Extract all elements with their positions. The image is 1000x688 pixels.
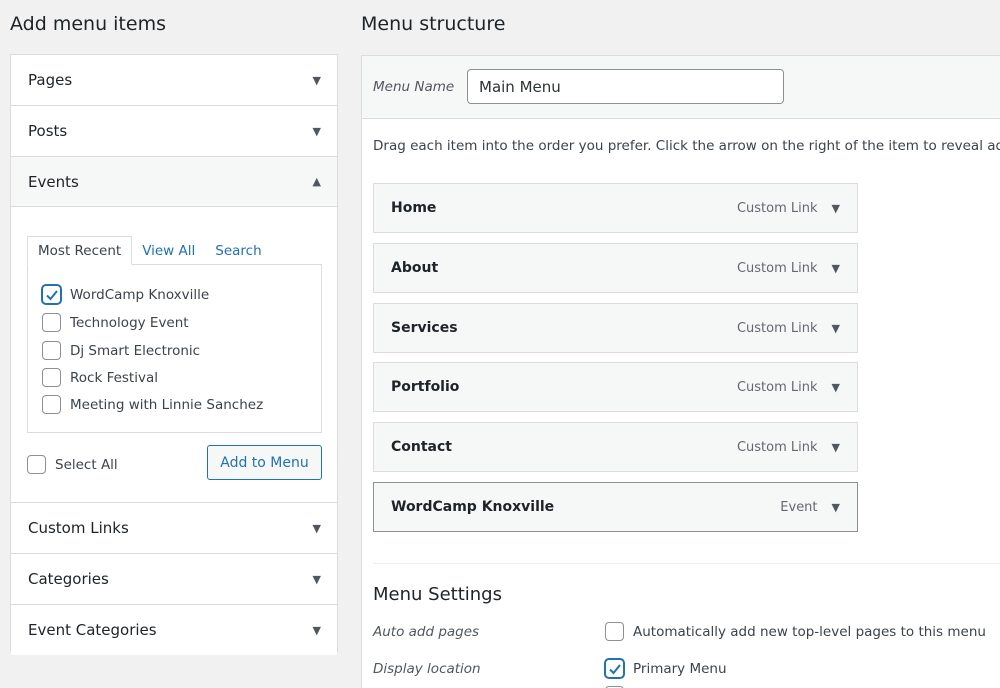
menu-item-title: About	[391, 260, 439, 276]
menu-item-type: Custom Link	[736, 439, 818, 455]
events-tabs: Most Recent View All Search	[27, 236, 322, 265]
menu-item-portfolio[interactable]: Portfolio Custom Link ▼	[373, 362, 858, 412]
events-panel: Most Recent View All Search WordCamp Kno…	[11, 207, 337, 502]
add-menu-items-accordion: Pages ▼ Posts ▼ Events ▲ Most Recent Vie…	[10, 54, 338, 655]
auto-add-pages-label: Auto add pages	[373, 624, 480, 640]
menu-header: Menu Name	[362, 56, 1000, 119]
chevron-down-icon: ▼	[312, 623, 321, 637]
select-all[interactable]: Select All	[27, 455, 118, 474]
checkmark-icon	[45, 289, 58, 300]
add-menu-items-heading: Add menu items	[10, 13, 166, 35]
list-item[interactable]: Dj Smart Electronic	[42, 341, 200, 360]
section-custom-links-toggle[interactable]: Custom Links ▼	[11, 503, 337, 553]
section-pages-label: Pages	[28, 71, 73, 89]
section-event-categories: Event Categories ▼	[11, 605, 337, 655]
event-label: Dj Smart Electronic	[70, 342, 201, 359]
menu-item-home[interactable]: Home Custom Link ▼	[373, 183, 858, 233]
section-event-categories-label: Event Categories	[28, 621, 157, 639]
chevron-down-icon[interactable]: ▼	[832, 262, 840, 275]
chevron-down-icon: ▼	[312, 572, 321, 586]
menu-item-wordcamp-knoxville[interactable]: WordCamp Knoxville Event ▼	[373, 482, 858, 532]
section-posts-toggle[interactable]: Posts ▼	[11, 106, 337, 156]
select-all-label: Select All	[55, 456, 118, 473]
menu-item-title: Portfolio	[391, 379, 460, 395]
chevron-down-icon: ▼	[312, 124, 321, 138]
section-custom-links: Custom Links ▼	[11, 503, 337, 554]
chevron-up-icon: ▲	[312, 175, 321, 188]
event-checkbox[interactable]	[42, 341, 61, 360]
event-checkbox[interactable]	[42, 395, 61, 414]
menu-item-type: Event	[780, 499, 818, 515]
section-categories-label: Categories	[28, 570, 109, 588]
menu-item-title: WordCamp Knoxville	[391, 499, 555, 515]
primary-menu-checkbox[interactable]	[605, 659, 624, 678]
divider	[373, 563, 1000, 564]
auto-add-pages-option[interactable]: Automatically add new top-level pages to…	[605, 622, 986, 641]
auto-add-text: Automatically add new top-level pages to…	[633, 623, 986, 640]
section-events-toggle[interactable]: Events ▲	[11, 157, 337, 207]
section-events: Events ▲ Most Recent View All Search Wor…	[11, 157, 337, 503]
menu-settings-title: Menu Settings	[373, 584, 502, 605]
menu-item-services[interactable]: Services Custom Link ▼	[373, 303, 858, 353]
menu-structure-panel: Menu Name Drag each item into the order …	[361, 55, 1000, 688]
auto-add-checkbox[interactable]	[605, 622, 624, 641]
menu-item-type: Custom Link	[736, 320, 818, 336]
events-checklist: WordCamp Knoxville Technology Event Dj S…	[27, 264, 322, 433]
chevron-down-icon[interactable]: ▼	[832, 202, 840, 215]
menu-item-title: Contact	[391, 439, 452, 455]
drag-instructions: Drag each item into the order you prefer…	[373, 138, 1000, 154]
menu-structure-heading: Menu structure	[361, 13, 506, 35]
list-item[interactable]: Technology Event	[42, 313, 189, 332]
section-custom-links-label: Custom Links	[28, 519, 129, 537]
menu-item-contact[interactable]: Contact Custom Link ▼	[373, 422, 858, 472]
menu-item-about[interactable]: About Custom Link ▼	[373, 243, 858, 293]
section-posts-label: Posts	[28, 122, 68, 140]
chevron-down-icon: ▼	[312, 521, 321, 535]
event-checkbox[interactable]	[42, 313, 61, 332]
event-label: Meeting with Linnie Sanchez	[70, 396, 264, 413]
section-categories: Categories ▼	[11, 554, 337, 605]
chevron-down-icon[interactable]: ▼	[832, 441, 840, 454]
section-pages: Pages ▼	[11, 55, 337, 106]
event-checkbox[interactable]	[42, 285, 61, 304]
tab-most-recent[interactable]: Most Recent	[27, 236, 133, 265]
tab-view-all[interactable]: View All	[132, 236, 205, 265]
add-to-menu-button[interactable]: Add to Menu	[207, 445, 322, 480]
checkmark-icon	[608, 663, 621, 674]
event-label: Technology Event	[70, 314, 189, 331]
chevron-down-icon[interactable]: ▼	[832, 322, 840, 335]
menu-name-label: Menu Name	[373, 79, 455, 95]
list-item[interactable]: Rock Festival	[42, 368, 158, 387]
list-item[interactable]: Meeting with Linnie Sanchez	[42, 395, 263, 414]
event-checkbox[interactable]	[42, 368, 61, 387]
chevron-down-icon[interactable]: ▼	[832, 381, 840, 394]
section-pages-toggle[interactable]: Pages ▼	[11, 55, 337, 105]
menu-item-title: Services	[391, 320, 458, 336]
select-all-checkbox[interactable]	[27, 455, 46, 474]
menu-item-type: Custom Link	[736, 200, 818, 216]
display-location-label: Display location	[373, 661, 481, 677]
list-item[interactable]: WordCamp Knoxville	[42, 285, 209, 304]
chevron-down-icon[interactable]: ▼	[832, 501, 840, 514]
primary-menu-text: Primary Menu	[633, 660, 727, 677]
event-label: Rock Festival	[70, 369, 158, 386]
section-event-categories-toggle[interactable]: Event Categories ▼	[11, 605, 337, 655]
tab-search[interactable]: Search	[205, 236, 271, 265]
primary-menu-option[interactable]: Primary Menu	[605, 659, 727, 678]
menu-item-title: Home	[391, 200, 437, 216]
menu-item-type: Custom Link	[736, 260, 818, 276]
section-categories-toggle[interactable]: Categories ▼	[11, 554, 337, 604]
section-events-label: Events	[28, 172, 79, 191]
menu-name-input[interactable]	[467, 69, 784, 104]
chevron-down-icon: ▼	[312, 73, 321, 87]
section-posts: Posts ▼	[11, 106, 337, 157]
menu-item-type: Custom Link	[736, 379, 818, 395]
event-label: WordCamp Knoxville	[70, 286, 210, 303]
